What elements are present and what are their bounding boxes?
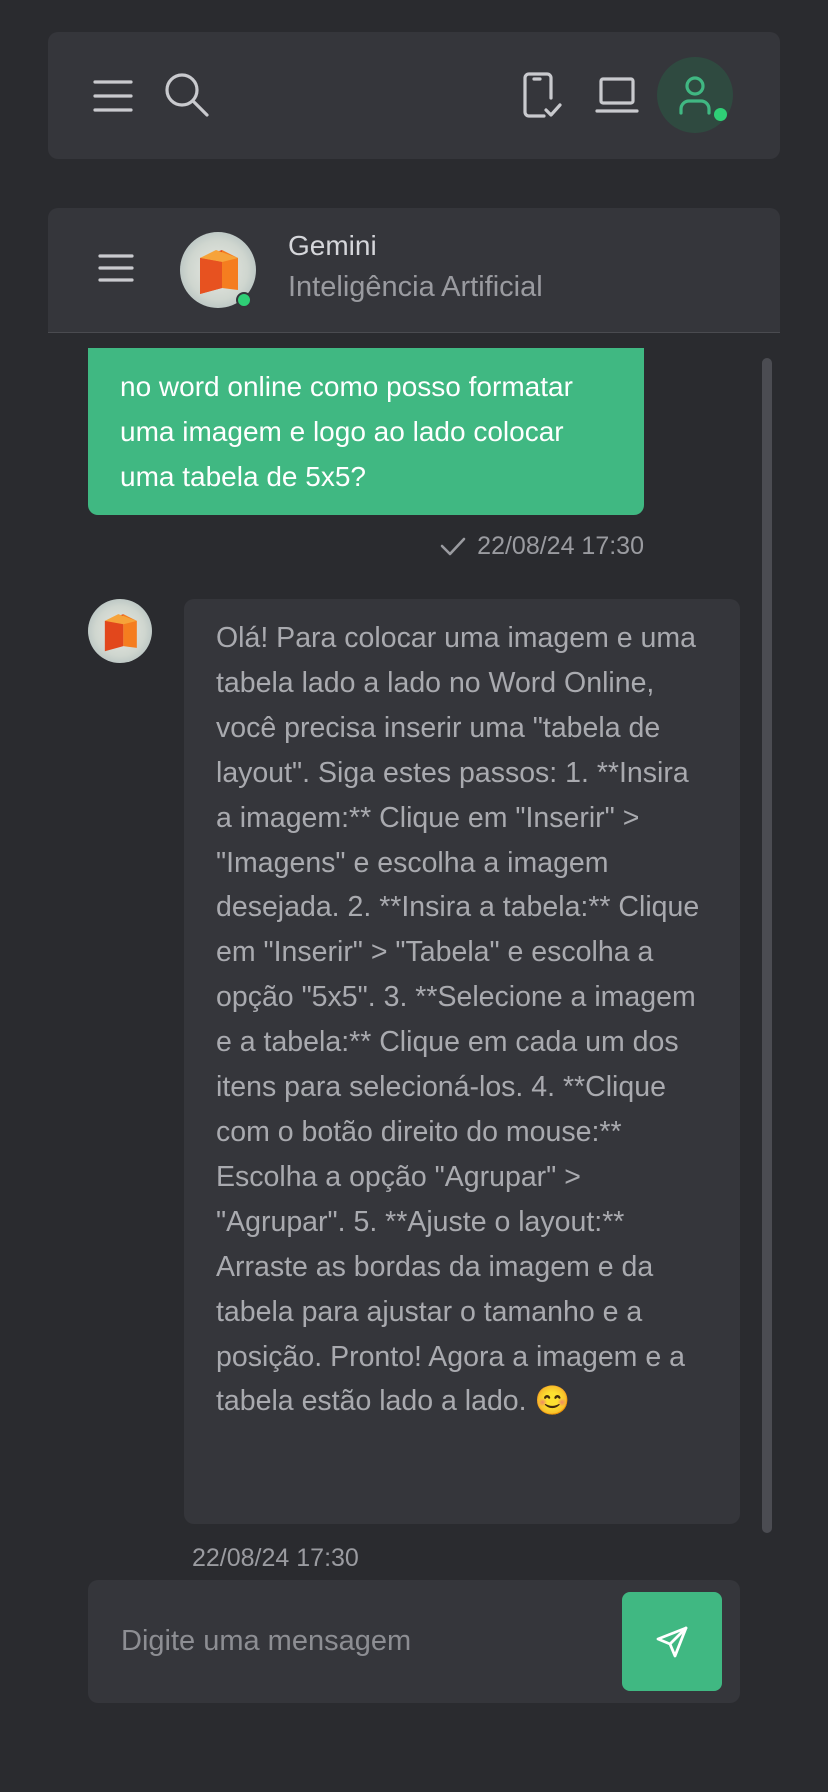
phone-check-icon[interactable]	[520, 70, 564, 120]
chat-panel: Gemini Inteligência Artificial no word o…	[48, 208, 780, 1703]
user-icon	[679, 76, 711, 115]
user-message-bubble: no word online como posso formatar uma i…	[88, 348, 644, 515]
bot-message-timestamp: 22/08/24 17:30	[192, 1544, 359, 1572]
send-button[interactable]	[622, 1592, 722, 1691]
send-icon	[656, 1626, 688, 1657]
profile-avatar[interactable]	[657, 57, 733, 133]
chat-menu-icon[interactable]	[96, 248, 136, 288]
check-icon	[440, 537, 466, 556]
user-message-meta: 22/08/24 17:30	[418, 530, 644, 562]
bot-online-dot	[236, 292, 252, 308]
bot-message-bubble: Olá! Para colocar uma imagem e uma tabel…	[184, 599, 740, 1524]
message-input[interactable]	[88, 1580, 608, 1703]
chat-contact-subtitle: Inteligência Artificial	[288, 271, 543, 303]
message-composer	[88, 1580, 740, 1703]
cube-icon	[104, 614, 137, 652]
bot-message-avatar	[88, 599, 152, 663]
hamburger-icon[interactable]	[88, 72, 138, 120]
online-status-dot	[714, 108, 727, 121]
laptop-icon[interactable]	[594, 72, 640, 118]
chat-header: Gemini Inteligência Artificial	[48, 208, 780, 333]
top-app-bar	[48, 32, 780, 159]
chat-scrollbar[interactable]	[762, 358, 772, 1533]
user-message-timestamp: 22/08/24 17:30	[477, 531, 644, 560]
chat-contact-name: Gemini	[288, 230, 377, 261]
search-icon[interactable]	[162, 70, 212, 120]
